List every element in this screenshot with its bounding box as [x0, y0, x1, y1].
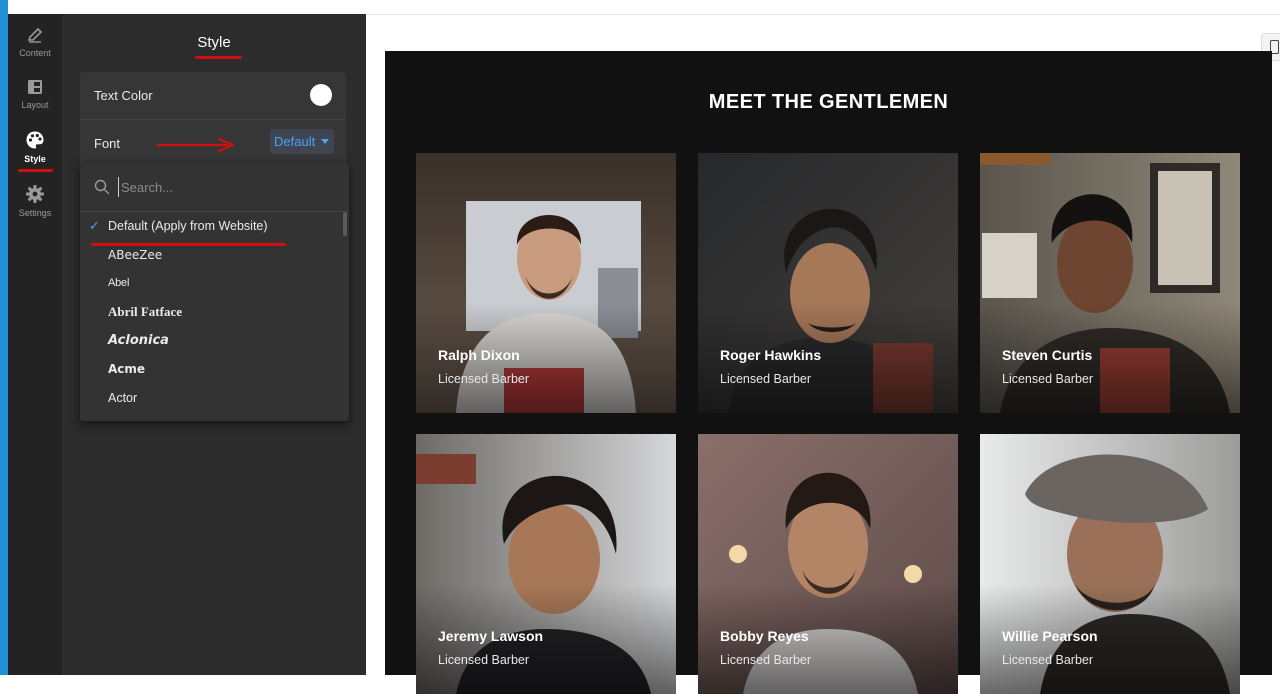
- text-color-label: Text Color: [94, 88, 153, 103]
- gear-icon: [26, 185, 44, 203]
- search-icon: [94, 179, 110, 195]
- member-name: Willie Pearson: [1002, 628, 1098, 644]
- member-role: Licensed Barber: [720, 372, 812, 386]
- font-option-aclonica[interactable]: Aclonica: [80, 327, 349, 356]
- chevron-down-icon: [321, 139, 329, 144]
- text-color-row[interactable]: Text Color: [80, 72, 346, 119]
- member-name: Steven Curtis: [1002, 347, 1093, 363]
- member-role: Licensed Barber: [438, 653, 530, 667]
- font-select[interactable]: Default: [270, 129, 334, 154]
- member-role: Licensed Barber: [1002, 653, 1094, 667]
- font-option-label: Aclonica: [108, 332, 169, 348]
- font-option-label: ABeeZee: [108, 247, 163, 262]
- font-label: Font: [94, 136, 121, 151]
- text-color-swatch[interactable]: [310, 84, 332, 106]
- website-preview: MEET THE GENTLEMEN Ralph Dixon Licensed …: [385, 51, 1272, 694]
- font-option-label: Abril Fatface: [108, 304, 183, 320]
- font-option-default[interactable]: ✓ Default (Apply from Website): [80, 212, 349, 241]
- team-member-card[interactable]: Bobby Reyes Licensed Barber: [698, 434, 958, 694]
- layout-icon: [28, 80, 42, 94]
- rail-item-content[interactable]: Content: [8, 26, 62, 58]
- member-role: Licensed Barber: [438, 372, 530, 386]
- font-search-bar: [80, 164, 349, 212]
- rail-item-label: Content: [19, 48, 51, 58]
- member-role: Licensed Barber: [1002, 372, 1094, 386]
- annotation-underline-style: [18, 169, 53, 172]
- checkmark-icon: ✓: [89, 218, 100, 233]
- font-option-label: Default (Apply from Website): [108, 219, 268, 233]
- font-option-label: Acme: [108, 362, 146, 377]
- preview-top-border: [366, 14, 1280, 15]
- rail-item-style[interactable]: Style: [8, 130, 62, 164]
- member-name: Roger Hawkins: [720, 347, 822, 363]
- window-edge-strip: [0, 0, 8, 675]
- team-member-card[interactable]: Roger Hawkins Licensed Barber: [698, 153, 958, 413]
- font-option-label: Actor: [108, 391, 138, 406]
- member-name: Jeremy Lawson: [438, 628, 544, 644]
- member-name: Ralph Dixon: [438, 347, 520, 363]
- annotation-underline-default: [91, 243, 286, 246]
- rail-item-settings[interactable]: Settings: [8, 184, 62, 218]
- annotation-underline-title: [195, 56, 242, 59]
- team-section-title: MEET THE GENTLEMEN: [708, 91, 949, 113]
- font-search-input[interactable]: [118, 177, 321, 197]
- rail-item-label: Style: [24, 154, 46, 164]
- team-member-card[interactable]: Steven Curtis Licensed Barber: [980, 153, 1240, 413]
- font-option-actor[interactable]: Actor: [80, 384, 349, 413]
- pencil-icon: [27, 27, 43, 43]
- team-member-card[interactable]: Ralph Dixon Licensed Barber: [416, 153, 676, 413]
- font-option-label: Abel: [108, 277, 130, 290]
- palette-icon: [26, 131, 44, 149]
- rail-item-layout[interactable]: Layout: [8, 78, 62, 110]
- dropdown-scrollbar[interactable]: [343, 212, 347, 236]
- team-member-card[interactable]: Willie Pearson Licensed Barber: [980, 434, 1240, 694]
- rail-item-label: Settings: [18, 208, 52, 218]
- font-option-acme[interactable]: Acme: [80, 355, 349, 384]
- font-select-value: Default: [274, 134, 316, 149]
- annotation-arrow-icon: [157, 137, 235, 153]
- style-options-card: Text Color Font Default: [80, 72, 346, 168]
- member-name: Bobby Reyes: [720, 628, 809, 644]
- team-member-card[interactable]: Jeremy Lawson Licensed Barber: [416, 434, 676, 694]
- panel-title: Style: [197, 34, 231, 51]
- rail-item-label: Layout: [21, 100, 49, 110]
- font-dropdown: ✓ Default (Apply from Website) ABeeZee A…: [80, 164, 349, 421]
- member-role: Licensed Barber: [720, 653, 812, 667]
- font-option-abril-fatface[interactable]: Abril Fatface: [80, 298, 349, 327]
- editor-icon-rail: Content Layout Style Settings: [8, 14, 63, 675]
- font-option-abel[interactable]: Abel: [80, 269, 349, 298]
